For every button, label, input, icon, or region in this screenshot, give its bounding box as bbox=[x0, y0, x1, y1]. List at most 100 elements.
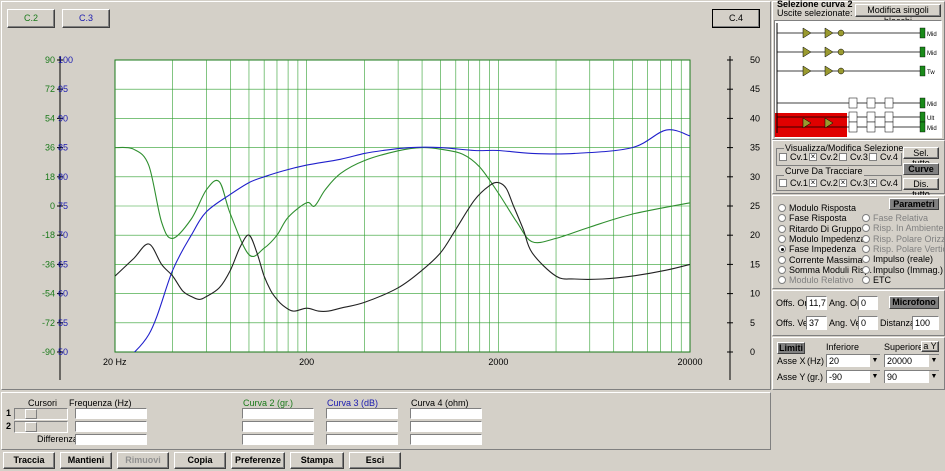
param-left-radio-6[interactable] bbox=[778, 255, 786, 264]
cursor-1-thumb[interactable] bbox=[25, 409, 37, 419]
speaker-icon bbox=[919, 111, 926, 123]
visualizza-checkbox-label-3: Cv.3 bbox=[850, 152, 868, 162]
filter-block-icon bbox=[824, 46, 834, 58]
visualizza-checkbox-1[interactable] bbox=[779, 153, 787, 161]
component-icon bbox=[884, 111, 894, 123]
param-left-radio-4[interactable] bbox=[778, 234, 786, 243]
c4-1-field[interactable] bbox=[410, 408, 482, 419]
visualizza-checkbox-3[interactable] bbox=[839, 153, 847, 161]
phase-tick-label: 90 bbox=[45, 55, 55, 65]
chevron-down-icon[interactable]: ▼ bbox=[869, 355, 880, 367]
c2-2-field[interactable] bbox=[242, 421, 314, 432]
microfono-button[interactable]: Microfono bbox=[889, 296, 939, 309]
ohm-tick-label: 15 bbox=[750, 259, 760, 269]
param-right-radio-label-3: Risp. Polare Orizz. bbox=[873, 233, 945, 244]
phase-tick-label: 72 bbox=[45, 84, 55, 94]
modify-blocks-button[interactable]: Modifica singoli blocchi bbox=[855, 4, 941, 26]
visualizza-checkbox-label-2: Cv.2 bbox=[820, 152, 838, 162]
parametri-button[interactable]: Parametri bbox=[889, 198, 939, 210]
offs-ve-field[interactable]: 37 bbox=[806, 316, 827, 330]
cursor-2-label: 2 bbox=[6, 421, 12, 431]
freq-1-field[interactable] bbox=[75, 408, 147, 419]
visualizza-checkbox-label-4: Cv.4 bbox=[880, 152, 898, 162]
x-max-select[interactable]: 20000 ▼ bbox=[884, 354, 939, 367]
ohm-tick-label: 25 bbox=[750, 201, 760, 211]
tracciare-checkbox-2[interactable]: × bbox=[809, 179, 817, 187]
ohm-tick-label: 5 bbox=[750, 318, 755, 328]
c3-1-field[interactable] bbox=[326, 408, 398, 419]
ohm-tick-label: 45 bbox=[750, 84, 760, 94]
component-icon bbox=[848, 111, 858, 123]
auto-y-button[interactable]: a Y bbox=[921, 341, 939, 352]
param-right-radio-label-2: Risp. In Ambiente bbox=[873, 223, 944, 234]
component-icon bbox=[866, 111, 876, 123]
param-left-radio-1[interactable] bbox=[778, 204, 786, 212]
freq-diff-field[interactable] bbox=[75, 434, 147, 445]
param-right-radio-label-7: ETC bbox=[873, 274, 891, 285]
cursor-1-slider[interactable] bbox=[14, 408, 68, 420]
curve-label-button[interactable]: Curve bbox=[903, 163, 939, 175]
db-tick-label: 75 bbox=[58, 201, 68, 211]
c2-1-field[interactable] bbox=[242, 408, 314, 419]
component-icon bbox=[866, 97, 876, 109]
asse-x-unit: (Hz) bbox=[807, 356, 824, 366]
select-all-button[interactable]: Sel. tutto bbox=[903, 147, 939, 168]
component-icon bbox=[848, 121, 858, 133]
chevron-down-icon[interactable]: ▼ bbox=[928, 371, 939, 383]
c2-diff-field[interactable] bbox=[242, 434, 314, 445]
cursor-2-thumb[interactable] bbox=[25, 422, 37, 432]
c4-diff-field[interactable] bbox=[410, 434, 482, 445]
ohm-tick-label: 30 bbox=[750, 172, 760, 182]
y-min-select[interactable]: -90 ▼ bbox=[826, 370, 880, 383]
tracciare-checkbox-label-1: Cv.1 bbox=[790, 178, 808, 188]
param-right-radio-label-4: Risp. Polare Vertic. bbox=[873, 243, 945, 254]
y-min-value: -90 bbox=[829, 372, 843, 382]
component-icon bbox=[884, 121, 894, 133]
ang-or-field[interactable]: 0 bbox=[858, 296, 878, 310]
tracciare-checkbox-3[interactable]: × bbox=[839, 179, 847, 187]
tracciare-checkbox-1[interactable] bbox=[779, 179, 787, 187]
chevron-down-icon[interactable]: ▼ bbox=[869, 371, 880, 383]
curva4-label: Curva 4 (ohm) bbox=[411, 398, 469, 408]
offs-or-field[interactable]: 11,7 bbox=[806, 296, 827, 310]
ang-ve-field[interactable]: 0 bbox=[858, 316, 878, 330]
toolbar-button-traccia[interactable]: Traccia bbox=[3, 452, 55, 469]
toolbar-button-preferenze[interactable]: Preferenze bbox=[231, 452, 285, 469]
chevron-down-icon[interactable]: ▼ bbox=[928, 355, 939, 367]
ohm-tick-label: 20 bbox=[750, 230, 760, 240]
toolbar-button-esci[interactable]: Esci bbox=[349, 452, 401, 469]
phase-tick-label: 18 bbox=[45, 172, 55, 182]
x-max-value: 20000 bbox=[887, 356, 913, 366]
param-right-radio-3 bbox=[862, 234, 870, 243]
visualizza-checkbox-4[interactable] bbox=[869, 153, 877, 161]
freq-2-field[interactable] bbox=[75, 421, 147, 432]
toolbar-button-mantieni[interactable]: Mantieni bbox=[60, 452, 112, 469]
param-left-radio-7[interactable] bbox=[778, 265, 786, 274]
param-left-radio-3[interactable] bbox=[778, 224, 786, 233]
param-right-radio-7[interactable] bbox=[862, 275, 870, 284]
x-min-select[interactable]: 20 ▼ bbox=[826, 354, 880, 367]
c4-2-field[interactable] bbox=[410, 421, 482, 432]
distanza-field[interactable]: 100 bbox=[912, 316, 939, 330]
crossover-schematic[interactable]: Mid Mid Tw Mid Ult Mid bbox=[774, 20, 942, 138]
filter-block-icon bbox=[802, 46, 812, 58]
param-right-radio-6[interactable] bbox=[862, 265, 870, 274]
c3-diff-field[interactable] bbox=[326, 434, 398, 445]
visualizza-checkbox-2[interactable]: × bbox=[809, 153, 817, 161]
toolbar-button-stampa[interactable]: Stampa bbox=[290, 452, 344, 469]
y-max-value: 90 bbox=[887, 372, 898, 382]
y-max-select[interactable]: 90 ▼ bbox=[884, 370, 939, 383]
phase-tick-label: -36 bbox=[42, 259, 55, 269]
tracciare-checkbox-4[interactable]: × bbox=[869, 179, 877, 187]
param-left-radio-label-5: Fase Impedenza bbox=[789, 244, 857, 255]
cursor-2-slider[interactable] bbox=[14, 421, 68, 433]
curva2-label: Curva 2 (gr.) bbox=[243, 398, 294, 408]
deselect-all-button[interactable]: Dis. tutto bbox=[903, 178, 939, 199]
differenza-label: Differenza bbox=[37, 434, 78, 444]
limiti-button[interactable]: Limiti bbox=[777, 342, 805, 354]
c3-2-field[interactable] bbox=[326, 421, 398, 432]
toolbar-button-copia[interactable]: Copia bbox=[174, 452, 226, 469]
ohm-tick-label: 40 bbox=[750, 113, 760, 123]
toolbar-button-rimuovi[interactable]: Rimuovi bbox=[117, 452, 169, 469]
frequenza-label: Frequenza (Hz) bbox=[69, 398, 132, 408]
